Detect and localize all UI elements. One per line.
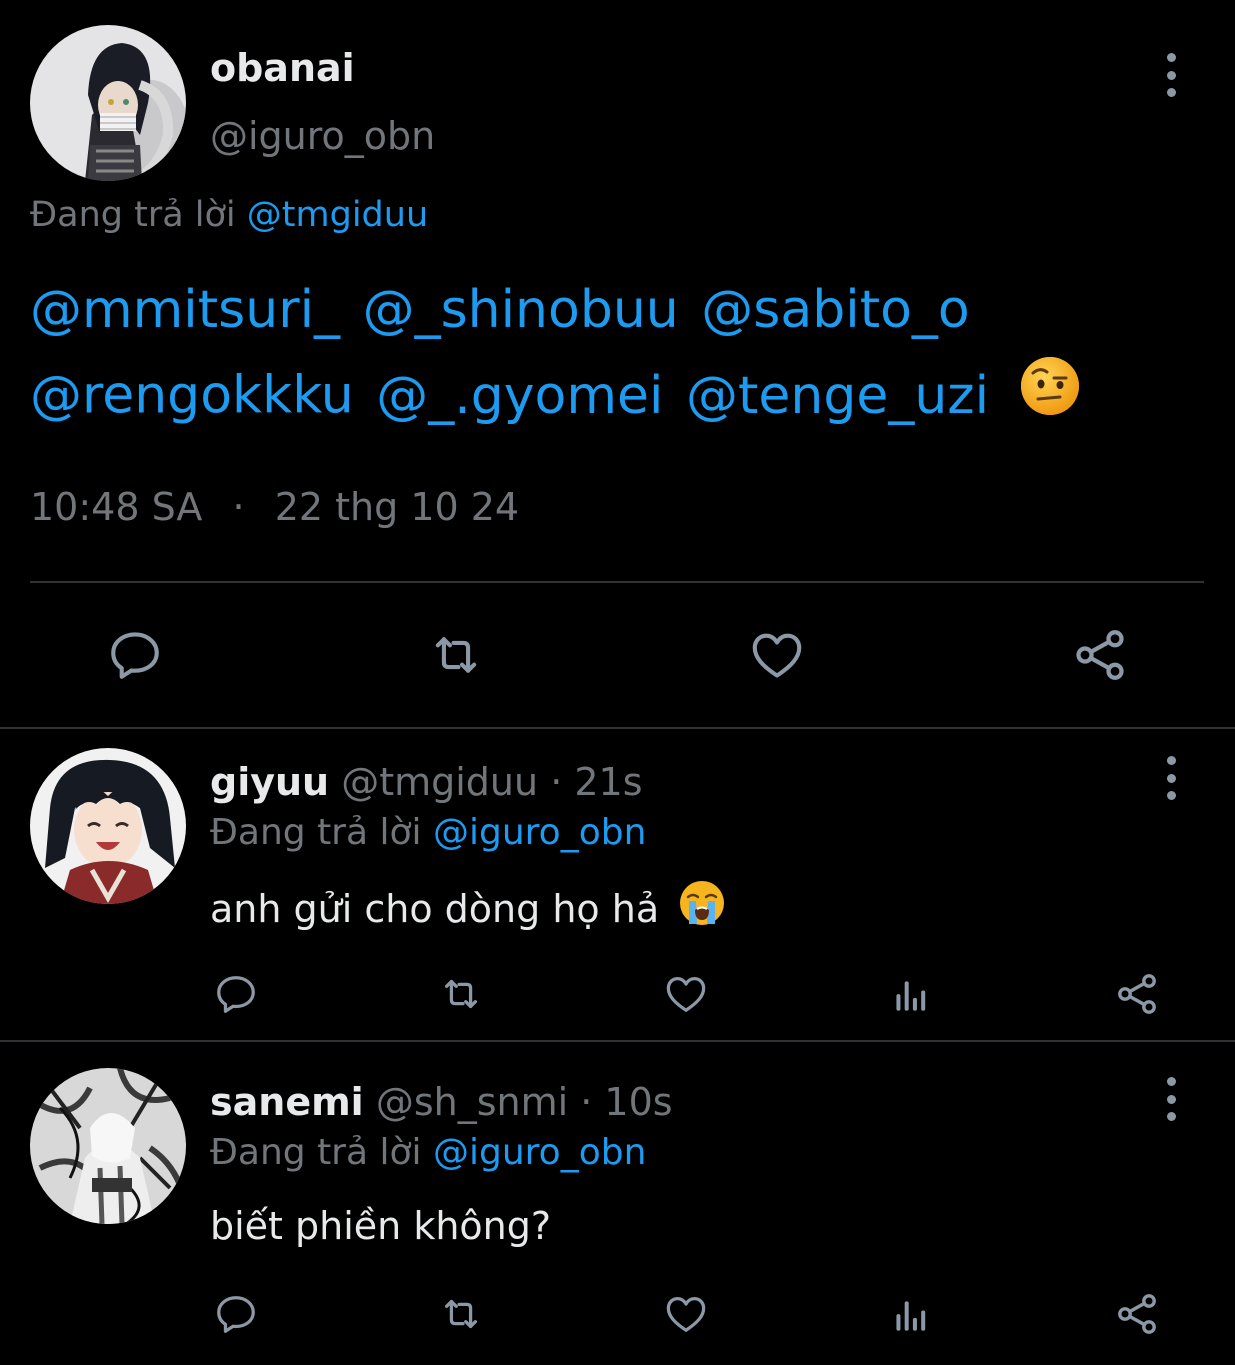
user-handle[interactable]: @tmgiduu [341, 760, 538, 804]
tweet-time: 10:48 SA [30, 485, 203, 529]
replying-prefix: Đang trả lời [210, 812, 422, 853]
share-icon[interactable] [1110, 1288, 1164, 1340]
replying-prefix: Đang trả lời [30, 195, 236, 235]
more-options-icon[interactable] [1161, 756, 1181, 800]
divider [30, 581, 1204, 583]
avatar-giyuu[interactable] [30, 748, 186, 904]
reply-header: sanemi @sh_snmi · 10s [210, 1080, 673, 1124]
mention-link[interactable]: @mmitsuri_ [30, 280, 340, 340]
retweet-icon[interactable] [432, 1288, 490, 1340]
mention-link[interactable]: @rengokkku [30, 366, 354, 426]
reply-header: giyuu @tmgiduu · 21s [210, 760, 643, 804]
display-name[interactable]: obanai [210, 46, 355, 90]
reply-text-line: anh gửi cho dòng họ hả [210, 881, 725, 939]
replying-to-handle[interactable]: @iguro_obn [433, 1132, 646, 1173]
display-name[interactable]: sanemi [210, 1080, 364, 1124]
like-icon[interactable] [659, 1288, 713, 1340]
display-name[interactable]: giyuu [210, 760, 329, 804]
replying-to-handle[interactable]: @iguro_obn [433, 812, 646, 853]
like-icon[interactable] [742, 622, 812, 688]
loudly-crying-emoji-icon [679, 880, 725, 935]
timestamp-line: 10:48 SA · 22 thg 10 24 [30, 485, 519, 529]
reply-icon[interactable] [100, 622, 170, 688]
views-icon[interactable] [886, 970, 938, 1022]
replying-to-line: Đang trả lời @tmgiduu [30, 195, 428, 235]
retweet-icon[interactable] [432, 968, 490, 1020]
user-handle[interactable]: @sh_snmi [376, 1080, 568, 1124]
reply-text: anh gửi cho dòng họ hả [210, 887, 660, 931]
mention-link[interactable]: @_shinobuu [363, 280, 679, 340]
avatar-sanemi[interactable] [30, 1068, 186, 1224]
replying-to-handle[interactable]: @tmgiduu [247, 195, 428, 235]
reply-icon[interactable] [210, 1288, 262, 1340]
tweet-date[interactable]: 22 thg 10 24 [275, 485, 519, 529]
replying-prefix: Đang trả lời [210, 1132, 422, 1173]
more-options-icon[interactable] [1161, 53, 1181, 97]
mention-link[interactable]: @tenge_uzi [686, 366, 989, 426]
tweet-body-line1: @mmitsuri_ @_shinobuu @sabito_o [30, 280, 970, 340]
views-icon[interactable] [886, 1290, 938, 1342]
avatar-obanai[interactable] [30, 25, 186, 181]
section-divider [0, 1040, 1235, 1042]
more-options-icon[interactable] [1161, 1077, 1181, 1121]
share-icon[interactable] [1110, 968, 1164, 1020]
share-icon[interactable] [1064, 622, 1136, 688]
tweet-body-line2: @rengokkku @_.gyomei @tenge_uzi [30, 357, 1080, 435]
reply-text: biết phiền không? [210, 1204, 552, 1248]
reply-time: · 10s [580, 1080, 673, 1124]
reply-time: · 21s [550, 760, 643, 804]
user-handle[interactable]: @iguro_obn [210, 114, 435, 158]
mention-link[interactable]: @sabito_o [701, 280, 969, 340]
mention-link[interactable]: @_.gyomei [376, 366, 663, 426]
replying-to-line: Đang trả lời @iguro_obn [210, 812, 646, 853]
dot-separator: · [232, 485, 245, 529]
reply-icon[interactable] [210, 968, 262, 1020]
retweet-icon[interactable] [420, 622, 492, 688]
section-divider [0, 727, 1235, 729]
replying-to-line: Đang trả lời @iguro_obn [210, 1132, 646, 1173]
like-icon[interactable] [659, 968, 713, 1020]
raised-eyebrow-emoji-icon [1020, 356, 1080, 429]
